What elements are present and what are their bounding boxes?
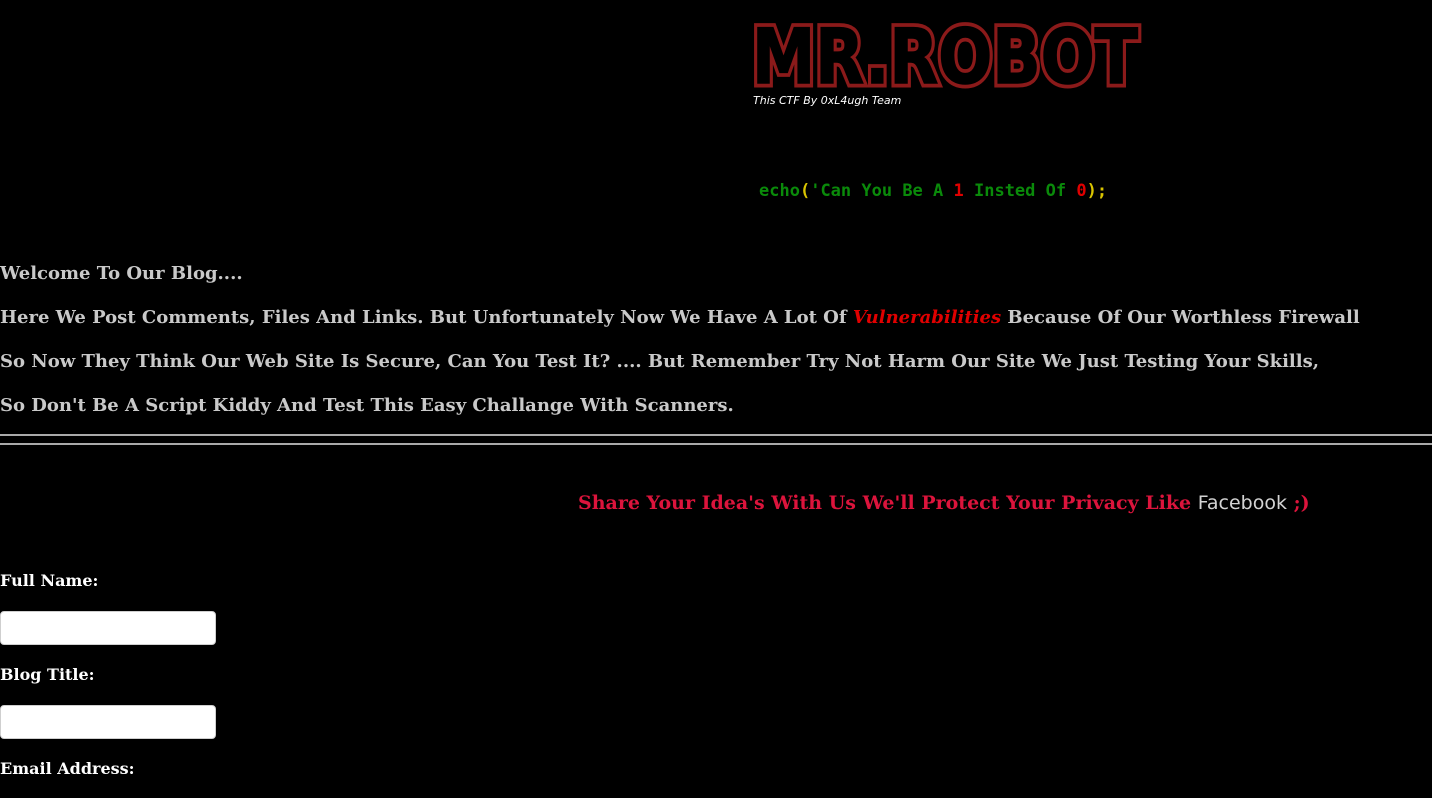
- full-name-label: Full Name:: [0, 571, 99, 590]
- echo-close: );: [1086, 181, 1108, 201]
- mr-robot-logo: MR.ROBOT MR.ROBOT This CTF By 0xL4ugh Te…: [752, 16, 1142, 111]
- blog-title-label: Blog Title:: [0, 665, 95, 684]
- divider-top: [0, 434, 1432, 436]
- full-name-input[interactable]: [0, 611, 216, 645]
- echo-function: echo: [759, 181, 800, 201]
- intro-line-2-a: Here We Post Comments, Files And Links. …: [0, 307, 853, 328]
- intro-line-2-b: Because Of Our Worthless Firewall: [1001, 307, 1360, 328]
- echo-one: 1: [953, 181, 964, 201]
- share-text: Share Your Idea's With Us We'll Protect …: [578, 492, 1198, 514]
- wink-text: ;): [1286, 492, 1310, 514]
- email-address-label: Email Address:: [0, 759, 135, 778]
- echo-zero: 0: [1076, 181, 1087, 201]
- echo-open-paren: (: [799, 181, 811, 201]
- facebook-text: Facebook: [1197, 492, 1287, 514]
- share-idea-line: Share Your Idea's With Us We'll Protect …: [578, 491, 1310, 515]
- vulnerabilities-text: Vulnerabilities: [852, 307, 1002, 328]
- intro-line-2: Here We Post Comments, Files And Links. …: [0, 306, 1432, 350]
- divider-bottom: [0, 443, 1432, 445]
- logo-title-inner: MR.ROBOT: [752, 16, 1138, 101]
- echo-text-a: 'Can You Be A: [810, 181, 954, 201]
- echo-code-line: echo('Can You Be A 1 Insted Of 0);: [759, 180, 1107, 202]
- intro-line-4: So Don't Be A Script Kiddy And Test This…: [0, 395, 734, 416]
- blog-intro: Welcome To Our Blog.... Here We Post Com…: [0, 262, 1432, 438]
- welcome-text: Welcome To Our Blog....: [0, 263, 243, 284]
- echo-text-b: Insted Of: [963, 181, 1077, 201]
- blog-title-input[interactable]: [0, 705, 216, 739]
- logo-subtitle: This CTF By 0xL4ugh Team: [753, 94, 901, 107]
- intro-line-3: So Now They Think Our Web Site Is Secure…: [0, 351, 1320, 372]
